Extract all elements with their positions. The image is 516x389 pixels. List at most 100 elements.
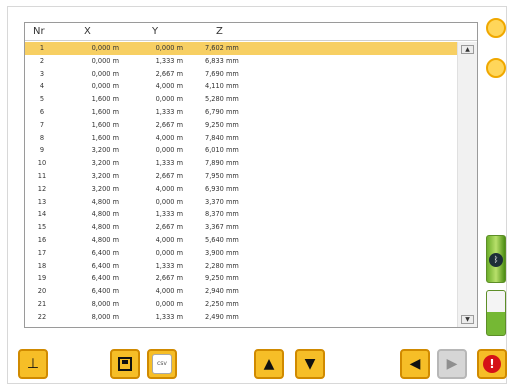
forward-button[interactable]: ▶	[437, 349, 467, 379]
cell-y: 0,000 m	[155, 248, 183, 257]
cell-y: 0,000 m	[155, 95, 183, 104]
cell-nr: 16	[37, 235, 47, 244]
stop-icon: !	[483, 355, 501, 373]
cell-nr: 6	[39, 107, 45, 116]
cell-nr: 19	[37, 274, 47, 283]
cell-nr: 15	[37, 223, 47, 232]
table-row[interactable]: 19 6,400 m 2,667 m 9,250 mm	[25, 272, 457, 285]
cell-x: 3,200 m	[91, 184, 119, 193]
cell-nr: 2	[39, 56, 45, 65]
cell-x: 6,400 m	[91, 248, 119, 257]
scroll-down-button[interactable]: ▼	[461, 315, 474, 324]
bluetooth-icon: ᛒ	[489, 253, 503, 267]
cell-nr: 3	[39, 69, 45, 78]
cell-x: 0,000 m	[91, 56, 119, 65]
cell-y: 2,667 m	[155, 171, 183, 180]
table-row[interactable]: 1 0,000 m 0,000 m 7,602 mm	[25, 42, 457, 55]
cell-z: 5,280 mm	[205, 95, 239, 104]
cell-y: 1,333 m	[155, 159, 183, 168]
stop-button[interactable]: !	[477, 349, 507, 379]
move-down-button[interactable]: ▼	[295, 349, 325, 379]
table-row[interactable]: 15 4,800 m 2,667 m 3,367 mm	[25, 221, 457, 234]
arrow-right-icon: ▶	[446, 356, 458, 372]
table-row[interactable]: 13 4,800 m 0,000 m 3,370 mm	[25, 196, 457, 209]
cell-nr: 13	[37, 197, 47, 206]
cell-x: 6,400 m	[91, 261, 119, 270]
table-row[interactable]: 14 4,800 m 1,333 m 8,370 mm	[25, 208, 457, 221]
cell-x: 4,800 m	[91, 235, 119, 244]
warning-icon[interactable]	[486, 18, 506, 38]
cell-z: 2,250 mm	[205, 299, 239, 308]
save-button[interactable]	[110, 349, 140, 379]
export-csv-button[interactable]: csv	[147, 349, 177, 379]
cell-nr: 9	[39, 146, 45, 155]
cell-y: 4,000 m	[155, 287, 183, 296]
cell-y: 4,000 m	[155, 184, 183, 193]
cell-z: 3,900 mm	[205, 248, 239, 257]
floppy-save-icon	[118, 357, 132, 371]
table-row[interactable]: 7 1,600 m 2,667 m 9,250 mm	[25, 119, 457, 132]
table-row[interactable]: 18 6,400 m 1,333 m 2,280 mm	[25, 260, 457, 273]
arrow-left-icon: ◀	[409, 356, 421, 372]
level-button[interactable]: ⊥	[18, 349, 48, 379]
cell-y: 1,333 m	[155, 210, 183, 219]
table-row[interactable]: 17 6,400 m 0,000 m 3,900 mm	[25, 247, 457, 260]
table-row[interactable]: 21 8,000 m 0,000 m 2,250 mm	[25, 298, 457, 311]
vertical-scrollbar[interactable]: ▲ ▼	[457, 42, 477, 327]
cell-z: 9,250 mm	[205, 120, 239, 129]
table-row[interactable]: 16 4,800 m 4,000 m 5,640 mm	[25, 234, 457, 247]
table-row[interactable]: 3 0,000 m 2,667 m 7,690 mm	[25, 68, 457, 81]
level-icon: ⊥	[26, 356, 40, 372]
table-row[interactable]: 20 6,400 m 4,000 m 2,940 mm	[25, 285, 457, 298]
table-row[interactable]: 5 1,600 m 0,000 m 5,280 mm	[25, 93, 457, 106]
arrow-down-icon: ▼	[304, 356, 316, 372]
cell-z: 7,890 mm	[205, 159, 239, 168]
cell-z: 2,280 mm	[205, 261, 239, 270]
scroll-up-button[interactable]: ▲	[461, 45, 474, 54]
back-button[interactable]: ◀	[400, 349, 430, 379]
cell-y: 0,000 m	[155, 197, 183, 206]
table-row[interactable]: 10 3,200 m 1,333 m 7,890 mm	[25, 157, 457, 170]
cell-nr: 10	[37, 159, 47, 168]
csv-file-icon: csv	[152, 354, 172, 374]
table-body: 1 0,000 m 0,000 m 7,602 mm 2 0,000 m 1,333 m 6,…	[25, 42, 457, 324]
cell-z: 7,690 mm	[205, 69, 239, 78]
cell-x: 1,600 m	[91, 120, 119, 129]
cell-z: 9,250 mm	[205, 274, 239, 283]
cell-x: 1,600 m	[91, 95, 119, 104]
table-header: Nr X Y Z	[25, 23, 477, 41]
table-row[interactable]: 11 3,200 m 2,667 m 7,950 mm	[25, 170, 457, 183]
cell-z: 6,790 mm	[205, 107, 239, 116]
move-up-button[interactable]: ▲	[254, 349, 284, 379]
table-row[interactable]: 8 1,600 m 4,000 m 7,840 mm	[25, 132, 457, 145]
cell-y: 4,000 m	[155, 133, 183, 142]
table-row[interactable]: 12 3,200 m 4,000 m 6,930 mm	[25, 183, 457, 196]
cell-z: 6,833 mm	[205, 56, 239, 65]
cell-x: 1,600 m	[91, 133, 119, 142]
cell-nr: 4	[39, 82, 45, 91]
cell-x: 0,000 m	[91, 44, 119, 52]
cell-z: 7,950 mm	[205, 171, 239, 180]
cell-nr: 21	[37, 299, 47, 308]
cell-x: 0,000 m	[91, 82, 119, 91]
cell-x: 8,000 m	[91, 299, 119, 308]
cell-y: 1,333 m	[155, 312, 183, 321]
battery-half-icon	[486, 290, 506, 336]
table-row[interactable]: 9 3,200 m 0,000 m 6,010 mm	[25, 144, 457, 157]
header-y: Y	[152, 26, 159, 37]
cell-y: 0,000 m	[155, 299, 183, 308]
cell-nr: 11	[37, 171, 47, 180]
cell-y: 4,000 m	[155, 235, 183, 244]
plug-icon[interactable]	[486, 58, 506, 78]
cell-x: 0,000 m	[91, 69, 119, 78]
table-row[interactable]: 6 1,600 m 1,333 m 6,790 mm	[25, 106, 457, 119]
table-row[interactable]: 22 8,000 m 1,333 m 2,490 mm	[25, 311, 457, 324]
arrow-up-icon: ▲	[263, 356, 275, 372]
cell-z: 8,370 mm	[205, 210, 239, 219]
cell-x: 3,200 m	[91, 159, 119, 168]
header-x: X	[84, 26, 91, 37]
table-row[interactable]: 2 0,000 m 1,333 m 6,833 mm	[25, 55, 457, 68]
header-nr: Nr	[33, 26, 45, 37]
cell-y: 0,000 m	[155, 44, 183, 52]
table-row[interactable]: 4 0,000 m 4,000 m 4,110 mm	[25, 80, 457, 93]
